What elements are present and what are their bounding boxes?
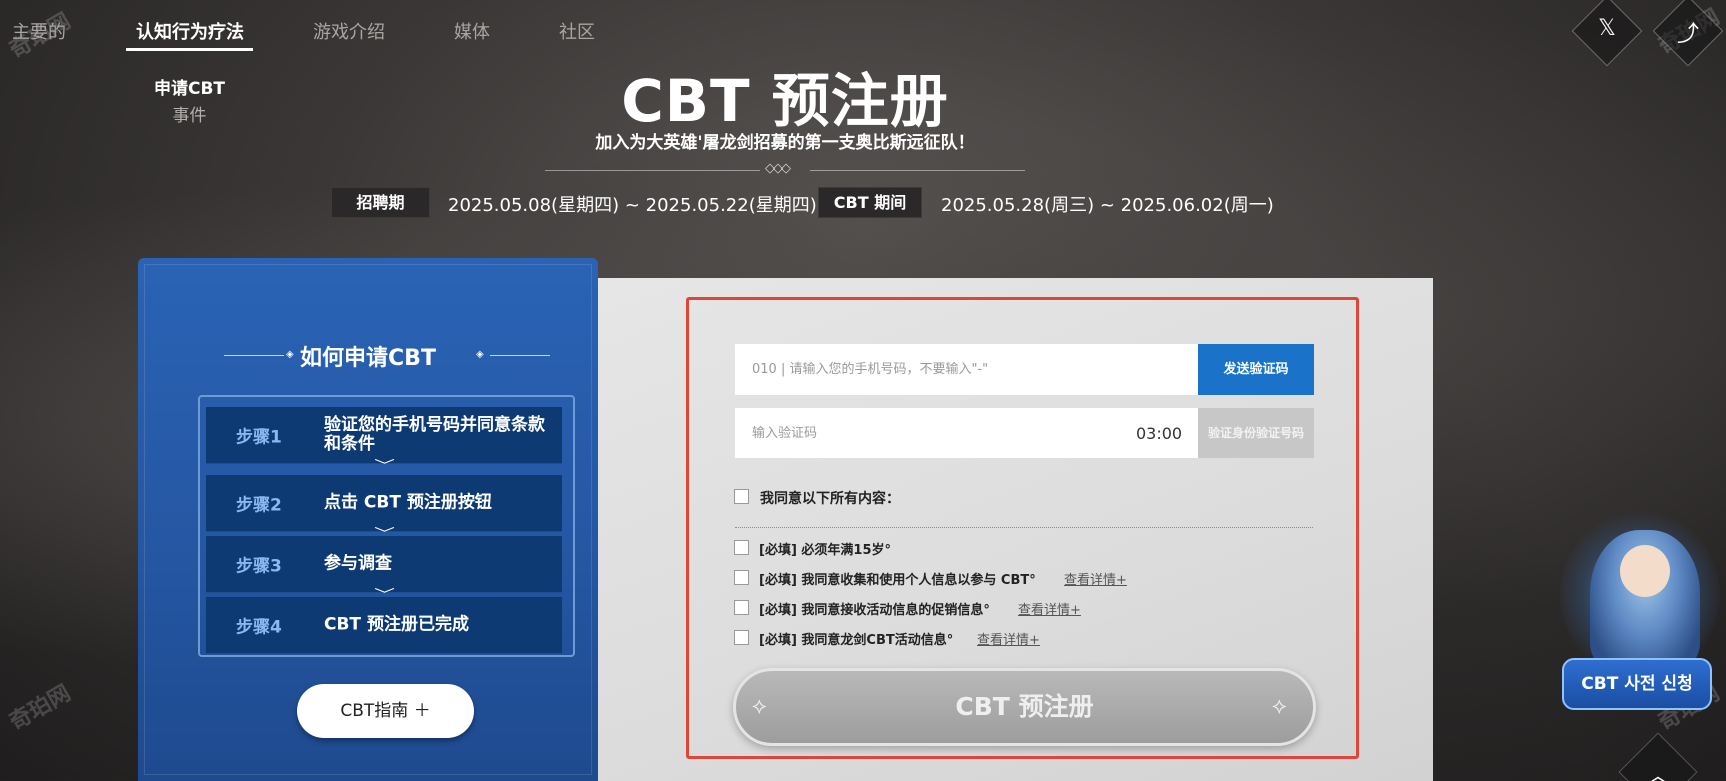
page-subtitle: 加入为大英雄'屠龙剑招募的第一支奥比斯远征队！ (595, 133, 975, 153)
step-number: 步骤1 (236, 427, 282, 448)
character-face (1620, 545, 1670, 597)
step-number: 步骤3 (236, 556, 282, 577)
countdown-timer: 03:00 (1136, 424, 1183, 443)
step-1: 步骤1 验证您的手机号码并同意条款和条件 ﹀ (206, 407, 562, 474)
step-number: 步骤2 (236, 495, 282, 516)
nav-item-cbt[interactable]: 认知行为疗法 (136, 18, 244, 44)
chevron-up-icon: ︿ (1646, 764, 1669, 781)
cbt-period-text: 2025.05.28(周三) ~ 2025.06.02(周一) (941, 195, 1274, 216)
verification-code-input[interactable] (735, 408, 1198, 458)
details-link-event-info[interactable]: 查看详情+ (977, 629, 1040, 648)
recruit-period-text: 2025.05.08(星期四) ~ 2025.05.22(星期四) (448, 195, 817, 216)
agree-label-personal-info: [必填] 我同意收集和使用个人信息以参与 CBT° (759, 573, 1036, 588)
step-4: 步骤4 CBT 预注册已完成 (206, 597, 562, 654)
phone-input[interactable] (735, 344, 1198, 395)
header-divider-mark: ◇◇◇ (765, 161, 791, 176)
diamond-icon: ◈ (476, 349, 484, 360)
share-icon: ⤴ (1676, 22, 1699, 47)
verify-code-button[interactable]: 验证身份验证号码 (1198, 408, 1314, 458)
dotted-divider (735, 527, 1313, 528)
step-text: CBT 预注册已完成 (324, 614, 469, 635)
agree-label-event-info: [必填] 我同意龙剑CBT活动信息° (759, 633, 954, 648)
cbt-guide-button[interactable]: CBT指南 ＋ (297, 684, 474, 738)
agree-checkbox-event-info[interactable] (734, 630, 749, 645)
agree-all-checkbox[interactable] (734, 489, 749, 504)
pre-register-floating-button[interactable]: CBT 사전 신청 (1562, 658, 1712, 710)
header-divider-left (545, 170, 760, 171)
send-code-button[interactable]: 发送验证码 (1198, 344, 1314, 395)
step-3: 步骤3 参与调查 ﹀ (206, 536, 562, 603)
how-to-title: 如何申请CBT (300, 346, 436, 371)
nav-item-main[interactable]: 主要的 (12, 18, 66, 44)
x-icon: 𝕏 (1598, 16, 1616, 41)
step-number: 步骤4 (236, 617, 282, 638)
step-text: 点击 CBT 预注册按钮 (324, 492, 492, 513)
agree-label-age: [必填] 必须年满15岁° (759, 543, 891, 558)
agree-checkbox-age[interactable] (734, 540, 749, 555)
agree-all-label: 我同意以下所有内容： (760, 491, 900, 507)
diamond-deco-icon: ⟡ (1272, 694, 1287, 719)
details-link-promo[interactable]: 查看详情+ (1018, 599, 1081, 618)
step-text: 参与调查 (324, 553, 392, 574)
header-divider-right (810, 170, 1025, 171)
nav-item-community[interactable]: 社区 (559, 18, 595, 44)
step-text: 验证您的手机号码并同意条款和条件 (324, 415, 545, 454)
page-title: CBT 预注册 (621, 67, 949, 135)
top-nav: 主要的 认知行为疗法 游戏介绍 媒体 社区 (0, 0, 1726, 52)
recruit-period-tag: 招聘期 (331, 187, 430, 218)
nav-item-game-intro[interactable]: 游戏介绍 (313, 18, 385, 44)
agree-checkbox-personal-info[interactable] (734, 570, 749, 585)
step-2: 步骤2 点击 CBT 预注册按钮 ﹀ (206, 475, 562, 542)
chevron-down-icon: ﹀ (374, 459, 395, 474)
agree-label-promo: [必填] 我同意接收活动信息的促销信息° (759, 603, 990, 618)
cbt-register-button[interactable]: CBT 预注册 (733, 668, 1316, 746)
nav-active-underline (126, 48, 253, 51)
details-link-personal-info[interactable]: 查看详情+ (1064, 569, 1127, 588)
how-title-line-right (490, 355, 550, 356)
cbt-period-tag: CBT 期间 (818, 187, 922, 218)
agree-checkbox-promo[interactable] (734, 600, 749, 615)
nav-item-media[interactable]: 媒体 (454, 18, 490, 44)
diamond-deco-icon: ⟡ (752, 694, 767, 719)
